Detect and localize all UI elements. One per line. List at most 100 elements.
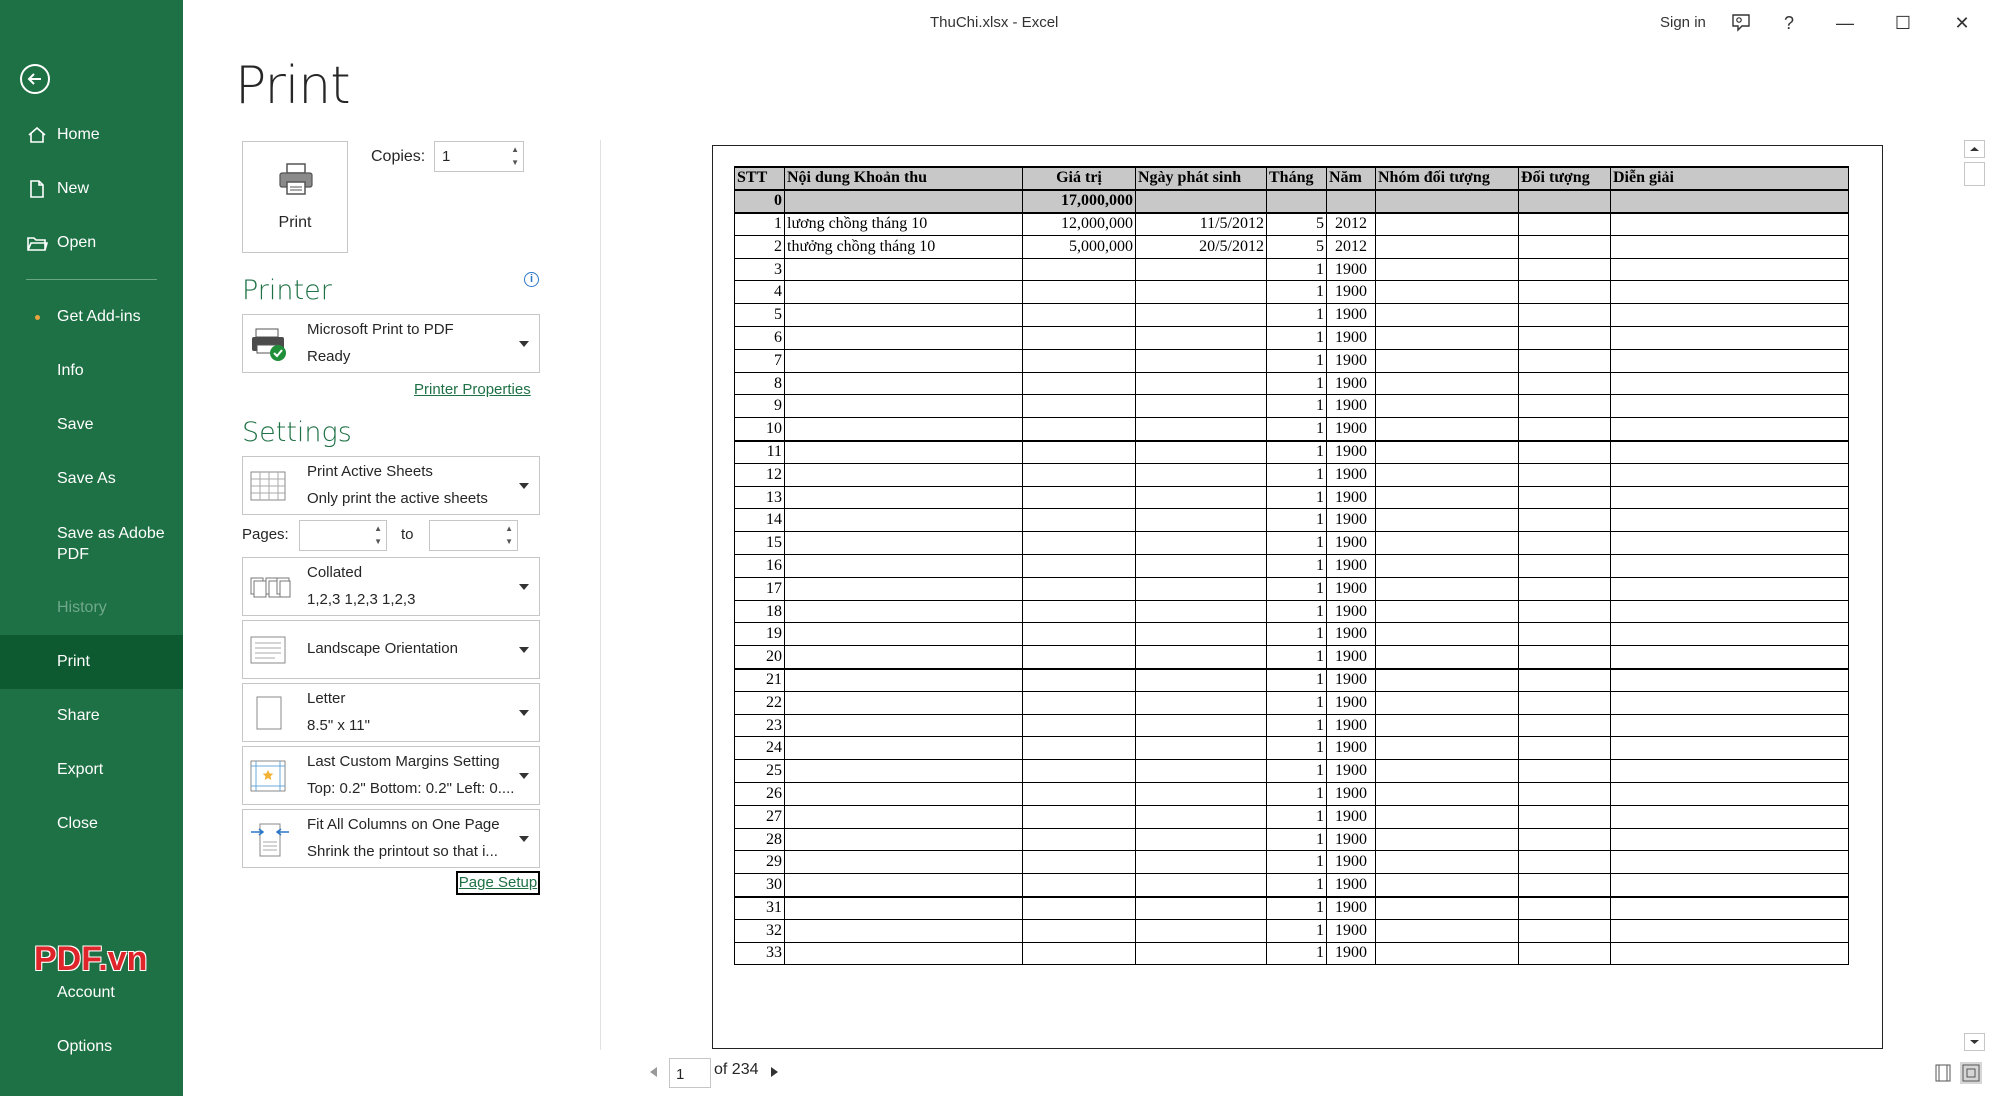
scroll-thumb[interactable] [1964, 162, 1985, 186]
info-icon[interactable]: i [524, 272, 539, 287]
table-cell [1375, 759, 1519, 784]
decrement-icon[interactable]: ▼ [505, 538, 513, 546]
table-cell [784, 645, 1023, 670]
sidebar-item-home[interactable]: Home [0, 109, 183, 161]
table-cell [1610, 485, 1849, 510]
print-what-dropdown[interactable]: Print Active Sheets Only print the activ… [242, 456, 540, 515]
previous-page-icon[interactable] [650, 1067, 657, 1077]
table-cell: 1 [1266, 440, 1327, 464]
preview-scrollbar[interactable] [1964, 140, 1985, 1052]
setting-line1: Fit All Columns on One Page [307, 816, 500, 833]
sidebar-item-label: Close [57, 815, 98, 832]
table-cell: 1900 [1326, 736, 1376, 761]
table-cell [1135, 645, 1267, 670]
table-cell: 1 [1266, 827, 1327, 852]
page-setup-link[interactable]: Page Setup [456, 871, 540, 895]
print-button[interactable]: Print [242, 141, 348, 253]
sidebar-item-options[interactable]: Options [0, 1021, 183, 1073]
sidebar-item-get-add-ins[interactable]: Get Add-ins [0, 291, 183, 343]
table-cell: 1900 [1326, 827, 1376, 852]
sidebar-item-save[interactable]: Save [0, 399, 183, 451]
table-cell [1375, 622, 1519, 647]
column-header: Nội dung Khoản thu [784, 166, 1023, 191]
table-cell [1135, 417, 1267, 442]
scroll-up-icon[interactable] [1964, 140, 1985, 158]
table-cell [784, 462, 1023, 487]
table-cell [1022, 257, 1136, 282]
sidebar-item-label: Home [57, 126, 100, 143]
setting-line1: Collated [307, 564, 363, 581]
table-cell [784, 827, 1023, 852]
table-cell [1518, 850, 1611, 875]
minimize-button[interactable]: — [1830, 8, 1860, 38]
table-cell [1610, 417, 1849, 442]
increment-icon[interactable]: ▲ [374, 525, 382, 533]
printer-properties-link[interactable]: Printer Properties [414, 381, 531, 398]
sidebar-item-label: New [57, 180, 90, 197]
table-cell [1375, 189, 1519, 214]
table-cell: 11 [734, 440, 785, 464]
increment-icon[interactable]: ▲ [505, 525, 513, 533]
home-icon [28, 126, 46, 143]
sidebar-item-label: Share [57, 707, 100, 724]
table-cell [1135, 440, 1267, 464]
close-window-button[interactable]: ✕ [1947, 8, 1977, 38]
decrement-icon[interactable]: ▼ [511, 159, 519, 167]
table-cell [1135, 348, 1267, 373]
collation-dropdown[interactable]: Collated 1,2,3 1,2,3 1,2,3 [242, 557, 540, 616]
table-cell: 10 [734, 417, 785, 442]
sidebar-item-account[interactable]: Account [0, 967, 183, 1019]
table-cell [1375, 417, 1519, 442]
table-cell: 1900 [1326, 668, 1376, 692]
column-header: Diễn giải [1610, 166, 1849, 191]
sidebar-item-label: History [57, 599, 107, 616]
sidebar-item-open[interactable]: Open [0, 217, 183, 269]
table-cell [1135, 394, 1267, 419]
paper-size-dropdown[interactable]: Letter 8.5" x 11" [242, 683, 540, 742]
feedback-icon[interactable] [1726, 8, 1756, 38]
sidebar-item-close[interactable]: Close [0, 798, 183, 850]
table-cell: 17,000,000 [1022, 189, 1136, 214]
table-row: 31 1 1900 [734, 896, 1849, 920]
table-cell [1375, 440, 1519, 464]
table-cell [784, 576, 1023, 601]
sign-in-link[interactable]: Sign in [1660, 14, 1706, 31]
table-row: 15 1 1900 [734, 531, 1849, 556]
zoom-to-page-icon[interactable] [1960, 1062, 1982, 1084]
pages-to-input[interactable]: ▲ ▼ [429, 520, 518, 551]
decrement-icon[interactable]: ▼ [374, 538, 382, 546]
sidebar-item-export[interactable]: Export [0, 744, 183, 796]
next-page-icon[interactable] [771, 1067, 778, 1077]
table-cell: 1 [1266, 941, 1327, 966]
increment-icon[interactable]: ▲ [511, 146, 519, 154]
maximize-button[interactable]: ☐ [1888, 8, 1918, 38]
sidebar-item-new[interactable]: New [0, 163, 183, 215]
back-arrow-icon[interactable] [20, 64, 50, 94]
margins-dropdown[interactable]: Last Custom Margins Setting Top: 0.2" Bo… [242, 746, 540, 805]
table-cell: 1 [1266, 394, 1327, 419]
sidebar-item-share[interactable]: Share [0, 690, 183, 742]
scaling-dropdown[interactable]: Fit All Columns on One Page Shrink the p… [242, 809, 540, 868]
sidebar-divider [26, 279, 157, 280]
orientation-dropdown[interactable]: Landscape Orientation [242, 620, 540, 679]
table-row: 9 1 1900 [734, 394, 1849, 419]
copies-stepper[interactable]: 1 ▲ ▼ [434, 141, 524, 172]
table-cell [784, 280, 1023, 305]
table-cell [1610, 394, 1849, 419]
show-margins-icon[interactable] [1932, 1062, 1954, 1084]
help-button[interactable]: ? [1774, 8, 1804, 38]
pages-from-input[interactable]: ▲ ▼ [299, 520, 387, 551]
printer-dropdown[interactable]: Microsoft Print to PDF Ready [242, 314, 540, 373]
sidebar-item-save-as-adobe-pdf[interactable]: Save as Adobe PDF [0, 516, 170, 572]
sidebar-item-save-as[interactable]: Save As [0, 453, 183, 505]
column-header: Ngày phát sinh [1135, 166, 1267, 191]
portrait-page-icon [256, 696, 282, 730]
table-row: 13 1 1900 [734, 485, 1849, 510]
table-cell [1022, 371, 1136, 396]
current-page-input[interactable]: 1 [669, 1058, 711, 1088]
sidebar-item-print[interactable]: Print [0, 635, 183, 689]
sidebar-item-info[interactable]: Info [0, 345, 183, 397]
panel-divider [600, 140, 601, 1050]
scroll-down-icon[interactable] [1964, 1033, 1985, 1051]
table-cell [1518, 440, 1611, 464]
